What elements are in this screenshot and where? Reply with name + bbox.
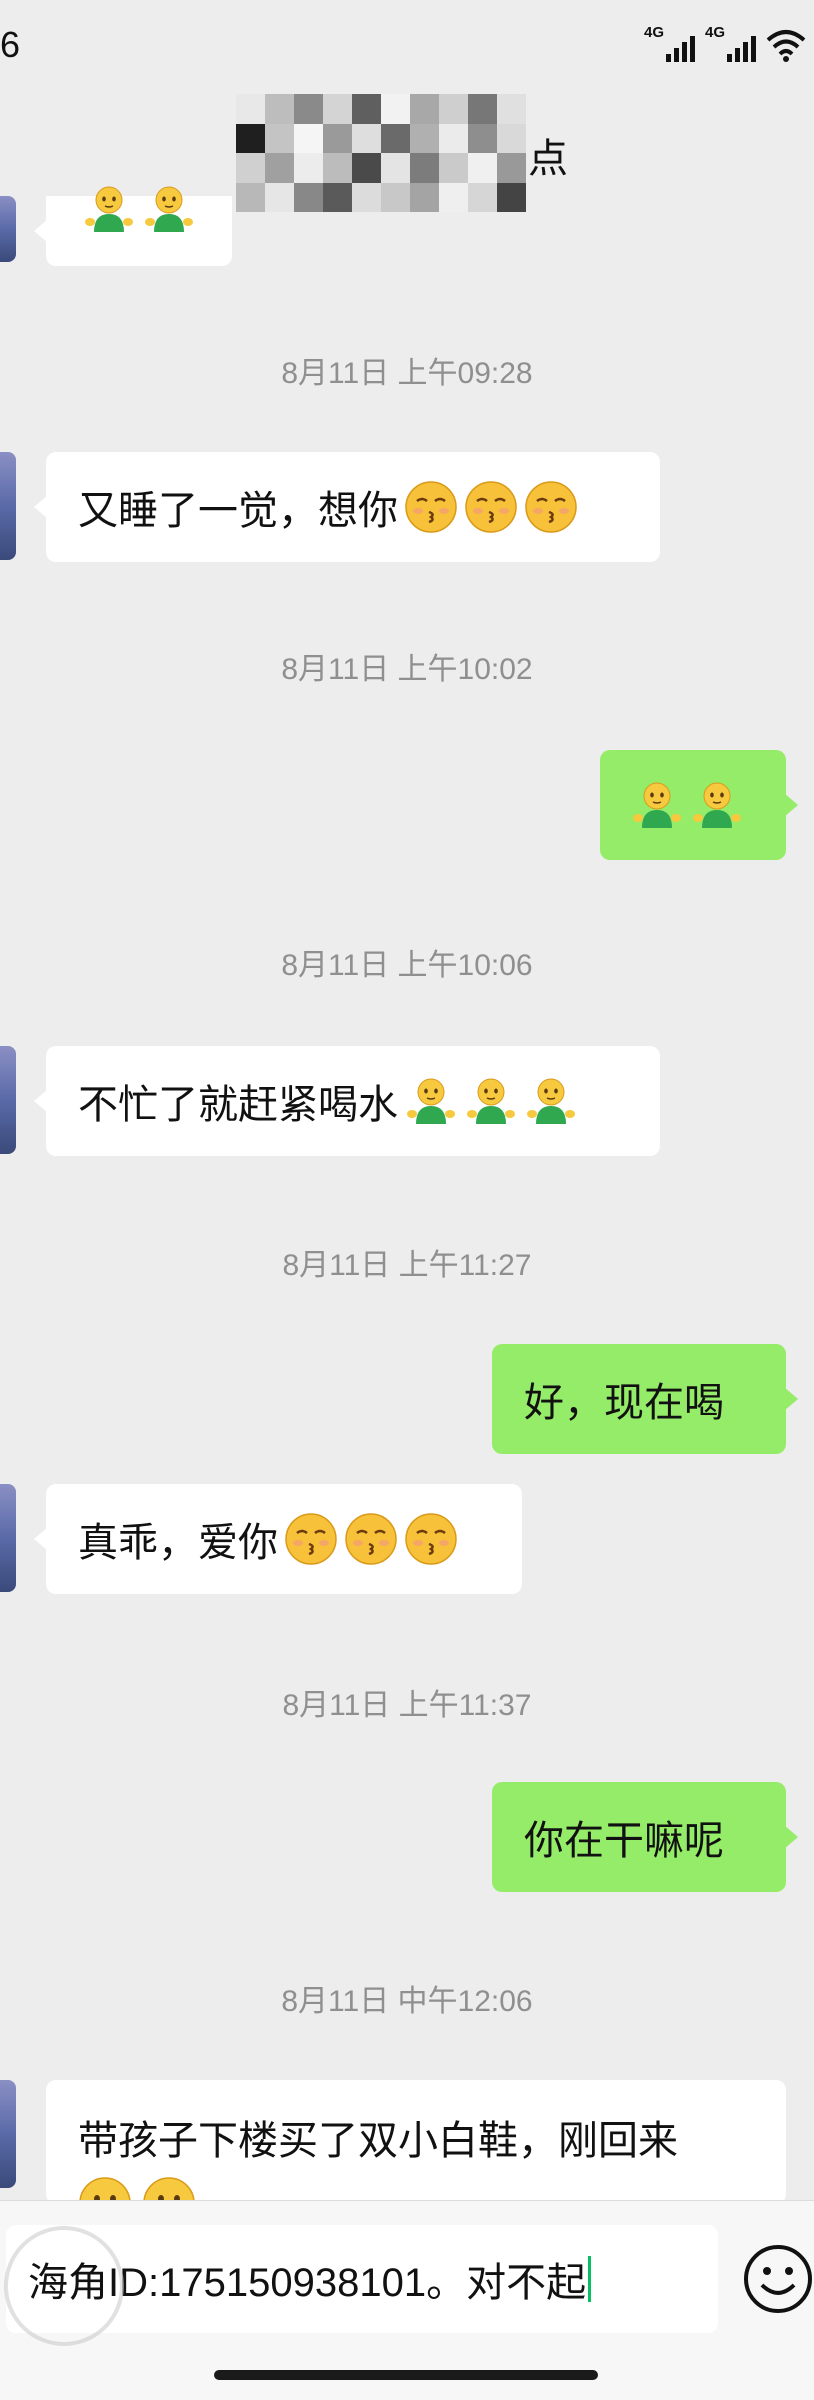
message-text: 好，现在喝 — [524, 1381, 724, 1425]
mosaic-cell — [236, 94, 265, 124]
network-label: 4G — [705, 24, 726, 41]
mosaic-cell — [236, 182, 265, 212]
message-text: 你在干嘛呢 — [524, 1819, 724, 1863]
message-text: 真乖，爱你 — [78, 1521, 278, 1565]
message-timestamp: 8月11日 上午10:02 — [281, 653, 533, 686]
mosaic-cell — [381, 153, 410, 183]
mosaic-cell — [468, 153, 497, 183]
signal-icon: 4G — [705, 24, 756, 62]
mosaic-cell — [381, 94, 410, 124]
mosaic-cell — [323, 182, 352, 212]
network-label: 4G — [644, 24, 665, 41]
mosaic-cell — [352, 153, 381, 183]
mosaic-cell — [497, 123, 526, 153]
message-bubble-incoming[interactable]: 真乖，爱你 — [34, 1484, 522, 1594]
green-figure-icon — [632, 782, 682, 829]
mosaic-cell — [294, 94, 323, 124]
mosaic-cell — [381, 123, 410, 153]
message-bubble-incoming[interactable]: 不忙了就赶紧喝水 — [34, 1046, 660, 1156]
home-indicator[interactable] — [214, 2370, 598, 2380]
mosaic-cell — [265, 153, 294, 183]
avatar[interactable] — [0, 1046, 16, 1154]
mosaic-cell — [294, 182, 323, 212]
mosaic-cell — [323, 123, 352, 153]
mosaic-cell — [410, 123, 439, 153]
message-bubble-outgoing[interactable] — [600, 750, 798, 860]
kissing-face-icon — [464, 480, 518, 534]
signal-icon: 4G — [644, 24, 695, 62]
message-timestamp: 8月11日 上午09:28 — [281, 357, 533, 390]
message-timestamp: 8月11日 中午12:06 — [281, 1985, 533, 2018]
mosaic-cell — [323, 94, 352, 124]
avatar[interactable] — [0, 2080, 16, 2188]
mosaic-cell — [265, 94, 294, 124]
mosaic-cell — [352, 123, 381, 153]
mosaic-cell — [352, 182, 381, 212]
green-figure-icon — [406, 1078, 456, 1125]
mosaic-cell — [497, 94, 526, 124]
mosaic-cell — [265, 123, 294, 153]
message-timestamp: 8月11日 上午10:06 — [281, 949, 533, 982]
mosaic-cell — [468, 182, 497, 212]
mosaic-cell — [236, 153, 265, 183]
message-bubble-outgoing[interactable]: 你在干嘛呢 — [492, 1782, 798, 1892]
kissing-face-icon — [404, 1512, 458, 1566]
green-figure-icon — [144, 186, 194, 233]
green-figure-icon — [84, 186, 134, 233]
mosaic-cell — [294, 123, 323, 153]
status-icons: 4G 4G — [644, 24, 806, 62]
kissing-face-icon — [344, 1512, 398, 1566]
mosaic-cell — [439, 153, 468, 183]
text-caret — [588, 2256, 592, 2302]
mosaic-cell — [410, 182, 439, 212]
mosaic-cell — [497, 153, 526, 183]
mosaic-cell — [497, 182, 526, 212]
mosaic-cell — [410, 94, 439, 124]
mosaic-cell — [410, 153, 439, 183]
contact-name-mosaic — [236, 94, 526, 212]
message-timestamp: 8月11日 上午11:27 — [282, 1249, 532, 1282]
message-text: 又睡了一觉，想你 — [78, 489, 398, 533]
mosaic-cell — [323, 153, 352, 183]
message-timestamp: 8月11日 上午11:37 — [282, 1689, 532, 1722]
avatar[interactable] — [0, 196, 16, 262]
green-figure-icon — [526, 1078, 576, 1125]
status-bar: 6 4G 4G — [0, 0, 814, 90]
message-text: 不忙了就赶紧喝水 — [78, 1083, 398, 1127]
avatar[interactable] — [0, 452, 16, 560]
mosaic-cell — [294, 153, 323, 183]
wifi-icon — [766, 30, 806, 62]
mosaic-cell — [468, 94, 497, 124]
mosaic-cell — [468, 123, 497, 153]
message-bubble-outgoing[interactable]: 好，现在喝 — [492, 1344, 798, 1454]
green-figure-icon — [692, 782, 742, 829]
green-figure-icon — [466, 1078, 516, 1125]
message-bubble-incoming[interactable]: 又睡了一觉，想你 — [34, 452, 660, 562]
message-bubble-incoming[interactable]: 带孩子下楼买了双小白鞋，刚回来 — [46, 2080, 786, 2204]
status-time: 6 — [0, 24, 21, 65]
mosaic-cell — [381, 182, 410, 212]
kissing-face-icon — [404, 480, 458, 534]
message-text: 带孩子下楼买了双小白鞋，刚回来 — [78, 2119, 678, 2163]
mosaic-cell — [236, 123, 265, 153]
kissing-face-icon — [524, 480, 578, 534]
mosaic-cell — [439, 182, 468, 212]
mosaic-cell — [439, 123, 468, 153]
mosaic-cell — [352, 94, 381, 124]
mosaic-cell — [265, 182, 294, 212]
avatar[interactable] — [0, 1484, 16, 1592]
kissing-face-icon — [284, 1512, 338, 1566]
emoji-button-icon[interactable] — [742, 2239, 814, 2319]
contact-name-suffix: 点 — [528, 137, 568, 181]
mosaic-cell — [439, 94, 468, 124]
message-bubble-incoming[interactable] — [34, 186, 232, 266]
